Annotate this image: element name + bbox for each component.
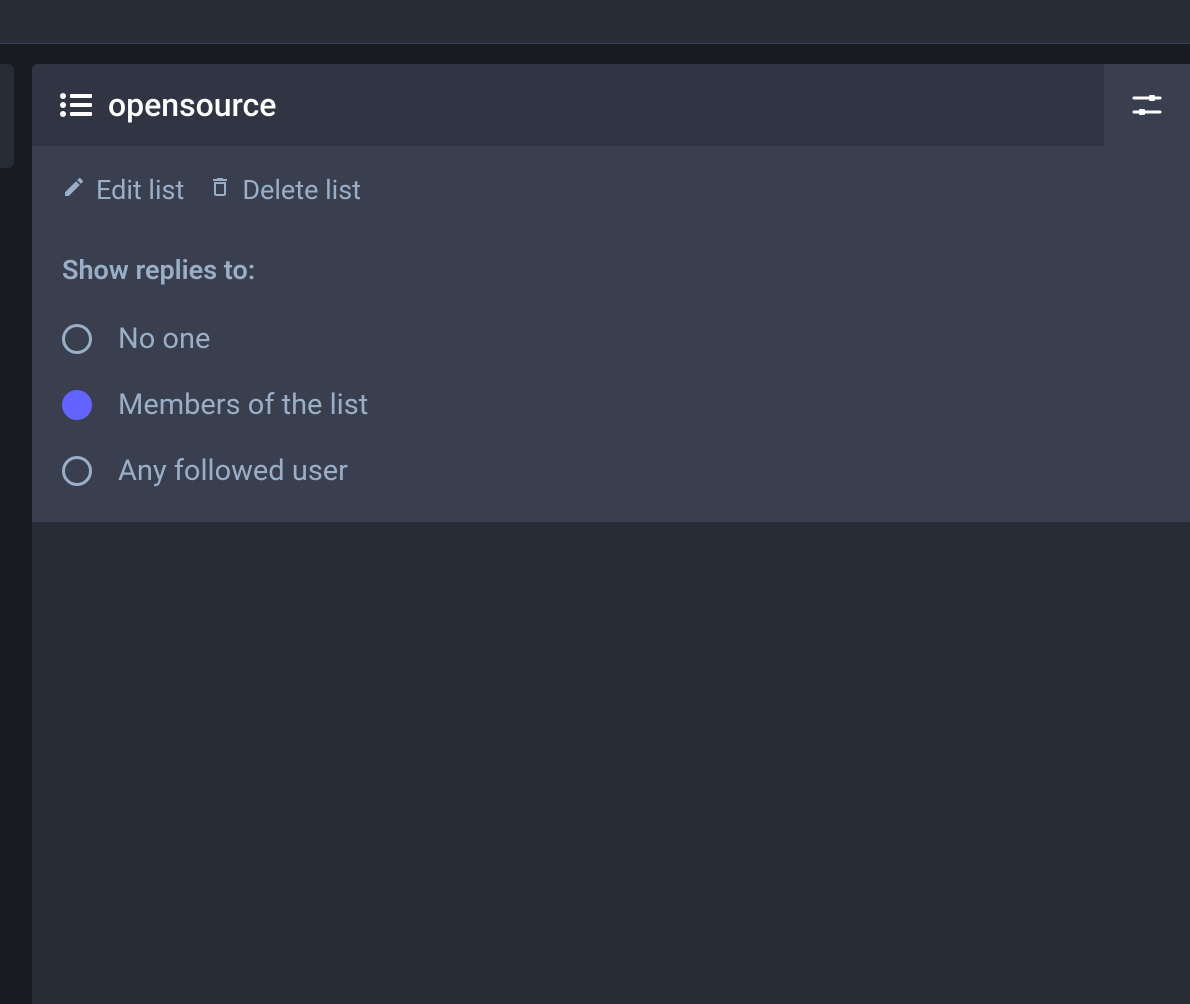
content-area	[32, 522, 1190, 1004]
action-row: Edit list Delete list	[62, 174, 1160, 206]
delete-list-button[interactable]: Delete list	[208, 174, 361, 206]
column-header-row: opensource	[32, 64, 1190, 146]
column-title: opensource	[108, 86, 276, 124]
trash-icon	[208, 174, 232, 206]
edit-list-button[interactable]: Edit list	[62, 174, 184, 206]
top-bar	[0, 0, 1190, 44]
replies-heading: Show replies to:	[62, 254, 1160, 286]
radio-label: No one	[118, 322, 210, 356]
radio-indicator	[62, 456, 92, 486]
main-column: opensource	[32, 44, 1190, 1004]
radio-label: Members of the list	[118, 388, 368, 422]
main-layout: opensource	[0, 44, 1190, 1004]
edit-list-label: Edit list	[96, 174, 184, 206]
radio-option-members[interactable]: Members of the list	[62, 388, 1160, 422]
radio-indicator	[62, 390, 92, 420]
settings-button[interactable]	[1104, 64, 1190, 146]
radio-label: Any followed user	[118, 454, 348, 488]
settings-panel: Edit list Delete list Show replies to: N…	[32, 146, 1190, 522]
pencil-icon	[62, 174, 86, 206]
left-column-edge	[0, 64, 14, 168]
replies-radio-group: No one Members of the list Any followed …	[62, 322, 1160, 488]
spacer	[14, 44, 32, 1004]
list-icon	[60, 91, 92, 119]
column-header[interactable]: opensource	[32, 64, 1104, 146]
radio-option-no-one[interactable]: No one	[62, 322, 1160, 356]
sliders-icon	[1132, 90, 1162, 120]
radio-option-any-followed[interactable]: Any followed user	[62, 454, 1160, 488]
radio-indicator	[62, 324, 92, 354]
delete-list-label: Delete list	[242, 174, 361, 206]
